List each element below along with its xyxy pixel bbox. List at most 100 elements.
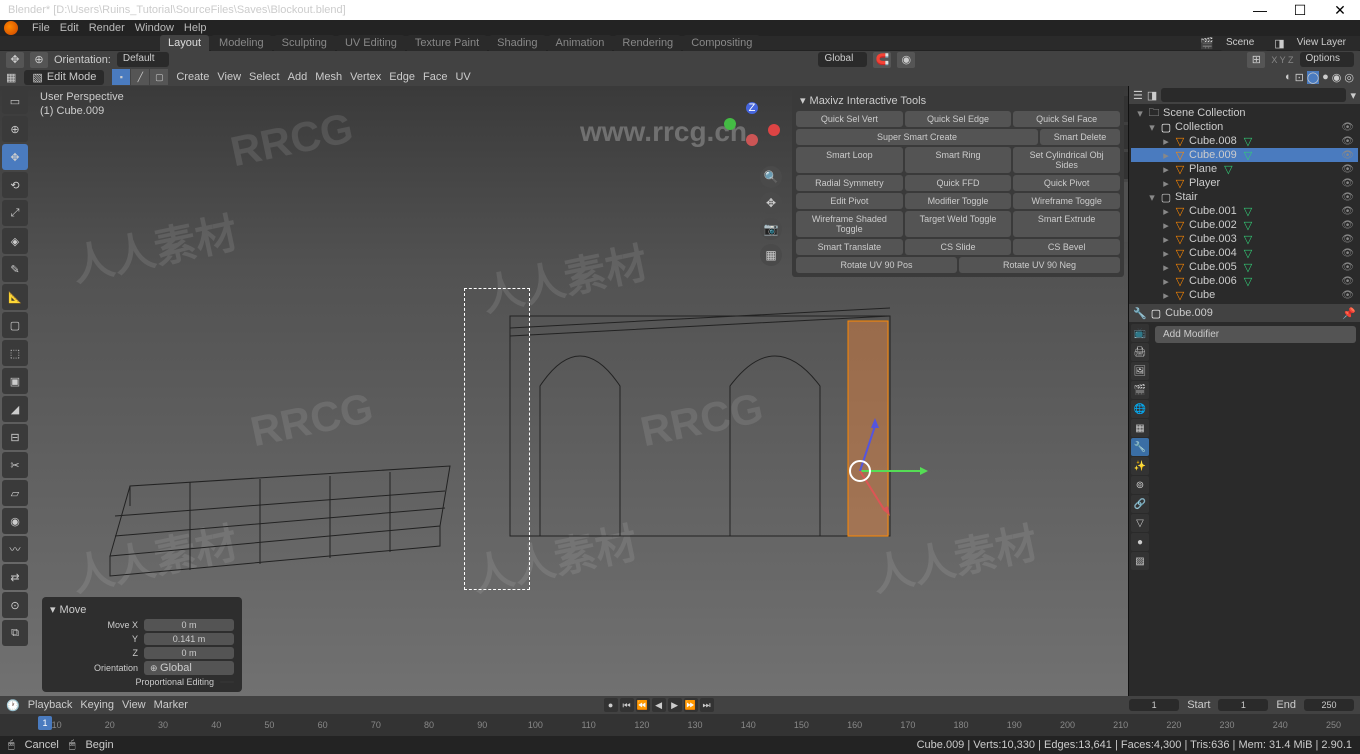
mesh-tab-icon[interactable]: ▽ — [1131, 514, 1149, 532]
vertex-select[interactable]: ▪ — [112, 69, 130, 85]
jump-end-icon[interactable]: ⏭ — [700, 698, 714, 712]
smart-delete[interactable]: Smart Delete — [1040, 129, 1120, 145]
cursor-icon[interactable]: ⊕ — [30, 52, 48, 68]
super-smart-create[interactable]: Super Smart Create — [796, 129, 1038, 145]
menu-create[interactable]: Create — [176, 71, 209, 83]
tl-playback[interactable]: Playback — [28, 699, 73, 711]
menu-uvm[interactable]: UV — [455, 71, 470, 83]
wireframe-toggle[interactable]: Wireframe Toggle — [1013, 193, 1120, 209]
tab-item[interactable]: Item — [1124, 96, 1128, 122]
transform-orientation[interactable]: Global — [818, 52, 867, 67]
output-tab-icon[interactable]: 🖨 — [1131, 343, 1149, 361]
scale-tool[interactable]: ⤢ — [2, 200, 28, 226]
move-x[interactable]: 0 m — [144, 619, 234, 631]
menu-face[interactable]: Face — [423, 71, 447, 83]
menu-help[interactable]: Help — [184, 22, 207, 34]
quick-sel-vert[interactable]: Quick Sel Vert — [796, 111, 903, 127]
cs-bevel[interactable]: CS Bevel — [1013, 239, 1120, 255]
quick-sel-face[interactable]: Quick Sel Face — [1013, 111, 1120, 127]
matprev-icon[interactable]: ◉ — [1332, 71, 1342, 84]
smart-translate[interactable]: Smart Translate — [796, 239, 903, 255]
wireframe-shade-icon[interactable]: ◯ — [1307, 71, 1319, 84]
outliner-tree[interactable]: ▾🗀Scene Collection ▾▢Collection👁 ▸▽Cube.… — [1129, 104, 1360, 304]
3d-viewport[interactable]: RRCG www.rrcg.cn 人人素材 人人素材 RRCG RRCG 人人素… — [0, 86, 1128, 696]
snap-icon[interactable]: 🧲 — [873, 52, 891, 68]
rendered-icon[interactable]: ◎ — [1344, 71, 1354, 84]
tab-sculpting[interactable]: Sculpting — [274, 35, 335, 51]
keyframe-next-icon[interactable]: ⏩ — [684, 698, 698, 712]
close-button[interactable]: ✕ — [1320, 2, 1360, 19]
transform-tool[interactable]: ◈ — [2, 228, 28, 254]
filter-icon[interactable]: ◨ — [1147, 89, 1157, 102]
face-select[interactable]: ▢ — [150, 69, 168, 85]
menu-edit[interactable]: Edit — [60, 22, 79, 34]
constraint-tab-icon[interactable]: 🔗 — [1131, 495, 1149, 513]
overlay-icon[interactable]: ◐ — [1285, 71, 1292, 84]
outliner-type-icon[interactable]: ☰ — [1133, 89, 1143, 102]
menu-select[interactable]: Select — [249, 71, 280, 83]
options-dropdown[interactable]: Options — [1300, 52, 1354, 67]
texture-tab-icon[interactable]: ▨ — [1131, 552, 1149, 570]
target-weld-toggle[interactable]: Target Weld Toggle — [905, 211, 1012, 237]
extrude-tool[interactable]: ⬚ — [2, 340, 28, 366]
add-modifier-button[interactable]: Add Modifier — [1155, 326, 1356, 343]
move-z[interactable]: 0 m — [144, 647, 234, 659]
menu-view[interactable]: View — [217, 71, 241, 83]
props-type-icon[interactable]: 🔧 — [1133, 307, 1147, 320]
inset-tool[interactable]: ▣ — [2, 368, 28, 394]
chevron-down-icon[interactable]: ▾ — [800, 94, 806, 107]
tl-view[interactable]: View — [122, 699, 146, 711]
smooth-tool[interactable]: 〰 — [2, 536, 28, 562]
edgeslide-tool[interactable]: ⇄ — [2, 564, 28, 590]
measure-tool[interactable]: 📐 — [2, 284, 28, 310]
pin-icon[interactable]: 📌 — [1342, 307, 1356, 320]
zoom-icon[interactable]: 🔍 — [760, 166, 782, 188]
wireframe-shaded-toggle[interactable]: Wireframe Shaded Toggle — [796, 211, 903, 237]
prop-checkbox[interactable] — [220, 681, 234, 683]
move-tool-icon[interactable]: ✥ — [6, 52, 24, 68]
radial-sym[interactable]: Radial Symmetry — [796, 175, 903, 191]
menu-window[interactable]: Window — [135, 22, 174, 34]
quick-pivot[interactable]: Quick Pivot — [1013, 175, 1120, 191]
filter-toggle-icon[interactable]: ▾ — [1350, 89, 1356, 102]
tab-anim[interactable]: Animation — [548, 35, 613, 51]
chevron-down-icon[interactable]: ▾ — [50, 603, 56, 616]
minimize-button[interactable]: — — [1240, 2, 1280, 19]
proportional-icon[interactable]: ◉ — [897, 52, 915, 68]
set-cyl-sides[interactable]: Set Cylindrical Obj Sides — [1013, 147, 1120, 173]
editor-type-icon[interactable]: ▦ — [6, 71, 16, 84]
search-input[interactable] — [1161, 88, 1346, 102]
menu-render[interactable]: Render — [89, 22, 125, 34]
menu-file[interactable]: File — [32, 22, 50, 34]
smart-ring[interactable]: Smart Ring — [905, 147, 1012, 173]
menu-add[interactable]: Add — [288, 71, 308, 83]
move-y[interactable]: 0.141 m — [144, 633, 234, 645]
annotate-tool[interactable]: ✎ — [2, 256, 28, 282]
solid-shade-icon[interactable]: ● — [1322, 71, 1329, 84]
spin-tool[interactable]: ◉ — [2, 508, 28, 534]
tab-tool[interactable]: Tool — [1124, 125, 1128, 150]
particle-tab-icon[interactable]: ✨ — [1131, 457, 1149, 475]
tab-render[interactable]: Rendering — [614, 35, 681, 51]
viewlayer-dropdown[interactable]: View Layer — [1291, 36, 1360, 51]
loopcut-tool[interactable]: ⊟ — [2, 424, 28, 450]
play-rev-icon[interactable]: ◀ — [652, 698, 666, 712]
quick-sel-edge[interactable]: Quick Sel Edge — [905, 111, 1012, 127]
nav-gizmo[interactable]: Z — [722, 100, 782, 160]
tab-comp[interactable]: Compositing — [683, 35, 760, 51]
tab-view2[interactable]: View — [1124, 152, 1128, 179]
object-tab-icon[interactable]: ▦ — [1131, 419, 1149, 437]
select-box-tool[interactable]: ▭ — [2, 88, 28, 114]
xray-icon[interactable]: ⊡ — [1295, 71, 1304, 84]
world-tab-icon[interactable]: 🌐 — [1131, 400, 1149, 418]
scene-dropdown[interactable]: Scene — [1220, 36, 1268, 51]
end-frame[interactable]: 250 — [1304, 699, 1354, 711]
shrink-tool[interactable]: ⊙ — [2, 592, 28, 618]
start-frame[interactable]: 1 — [1218, 699, 1268, 711]
cursor-tool[interactable]: ⊕ — [2, 116, 28, 142]
tab-texpaint[interactable]: Texture Paint — [407, 35, 487, 51]
modifier-toggle[interactable]: Modifier Toggle — [905, 193, 1012, 209]
tab-shading[interactable]: Shading — [489, 35, 545, 51]
scene-tab-icon[interactable]: 🎬 — [1131, 381, 1149, 399]
smart-extrude[interactable]: Smart Extrude — [1013, 211, 1120, 237]
